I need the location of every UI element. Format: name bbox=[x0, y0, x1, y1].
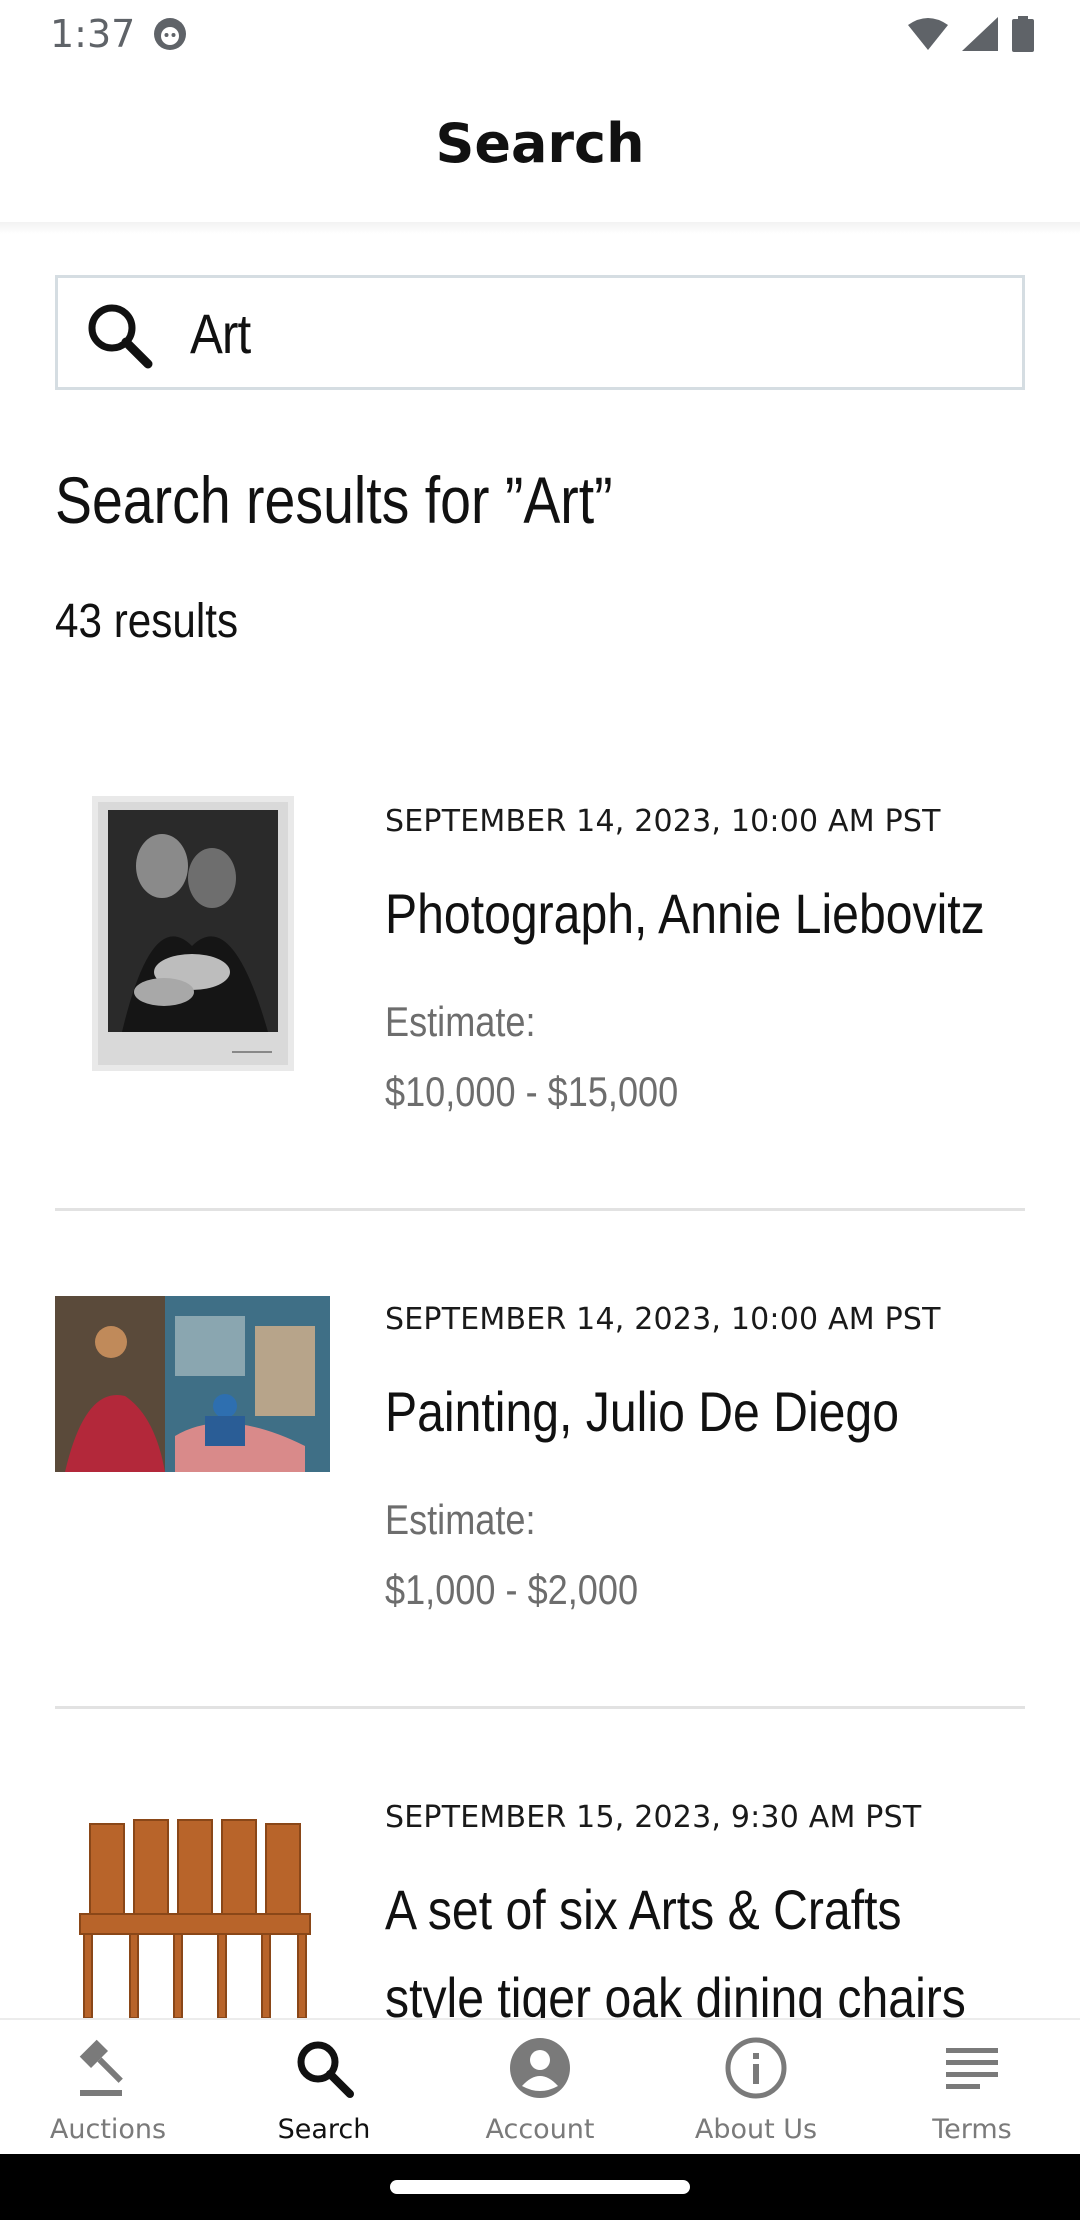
nav-label: Account bbox=[485, 2114, 595, 2145]
nav-item-terms[interactable]: Terms bbox=[864, 2020, 1080, 2156]
terms-icon bbox=[946, 2048, 998, 2089]
result-thumbnail-painting[interactable] bbox=[55, 1296, 330, 1472]
results-count: 43 results bbox=[55, 595, 239, 648]
result-date: SEPTEMBER 14, 2023, 10:00 AM PST bbox=[385, 804, 941, 839]
result-thumbnail-chairs[interactable] bbox=[70, 1814, 320, 2018]
status-icons bbox=[908, 14, 1034, 54]
wifi-icon bbox=[908, 18, 948, 50]
nav-item-account[interactable]: Account bbox=[432, 2020, 648, 2156]
result-date: SEPTEMBER 14, 2023, 10:00 AM PST bbox=[385, 1302, 941, 1337]
result-item[interactable]: SEPTEMBER 14, 2023, 10:00 AM PST Photogr… bbox=[0, 700, 1080, 1198]
info-icon bbox=[725, 2037, 787, 2099]
battery-icon bbox=[1012, 16, 1034, 52]
system-gesture-bar bbox=[0, 2154, 1080, 2220]
nav-item-search[interactable]: Search bbox=[216, 2020, 432, 2156]
page-title: Search bbox=[435, 112, 645, 175]
result-estimate-value: $10,000 - $15,000 bbox=[385, 1068, 679, 1115]
result-estimate-label: Estimate: bbox=[385, 998, 536, 1045]
search-icon bbox=[88, 304, 153, 369]
results-heading: Search results for ”Art” bbox=[55, 463, 613, 537]
result-title-line1[interactable]: A set of six Arts & Crafts bbox=[385, 1866, 902, 1954]
result-estimate-label: Estimate: bbox=[385, 1496, 536, 1543]
nav-label: Terms bbox=[932, 2114, 1012, 2145]
status-time: 1:37 bbox=[50, 12, 136, 56]
result-item[interactable]: SEPTEMBER 14, 2023, 10:00 AM PST Paintin… bbox=[0, 1198, 1080, 1696]
nav-item-auctions[interactable]: Auctions bbox=[0, 2020, 216, 2156]
search-input[interactable]: Art bbox=[55, 275, 1025, 390]
app-bar: Search bbox=[0, 66, 1080, 234]
status-bar: 1:37 bbox=[0, 0, 1080, 66]
nav-label: Search bbox=[277, 2114, 371, 2145]
search-query-text[interactable]: Art bbox=[190, 301, 251, 366]
nav-label: About Us bbox=[694, 2114, 818, 2145]
home-gesture-handle[interactable] bbox=[390, 2180, 690, 2194]
bottom-navigation: Auctions Search Account About Us Terms bbox=[0, 2018, 1080, 2154]
gavel-icon bbox=[79, 2039, 123, 2096]
app-bar-shadow bbox=[0, 222, 1080, 234]
nav-item-about-us[interactable]: About Us bbox=[648, 2020, 864, 2156]
search-icon bbox=[297, 2041, 354, 2098]
cellular-signal-icon bbox=[962, 17, 998, 51]
result-estimate-value: $1,000 - $2,000 bbox=[385, 1566, 639, 1613]
result-thumbnail-photograph[interactable] bbox=[92, 796, 294, 1071]
account-icon bbox=[510, 2038, 570, 2098]
nav-label: Auctions bbox=[49, 2114, 167, 2145]
app-notification-icon bbox=[154, 18, 186, 50]
result-title[interactable]: Photograph, Annie Liebovitz bbox=[385, 870, 985, 958]
result-title[interactable]: Painting, Julio De Diego bbox=[385, 1368, 899, 1456]
result-date: SEPTEMBER 15, 2023, 9:30 AM PST bbox=[385, 1800, 922, 1835]
